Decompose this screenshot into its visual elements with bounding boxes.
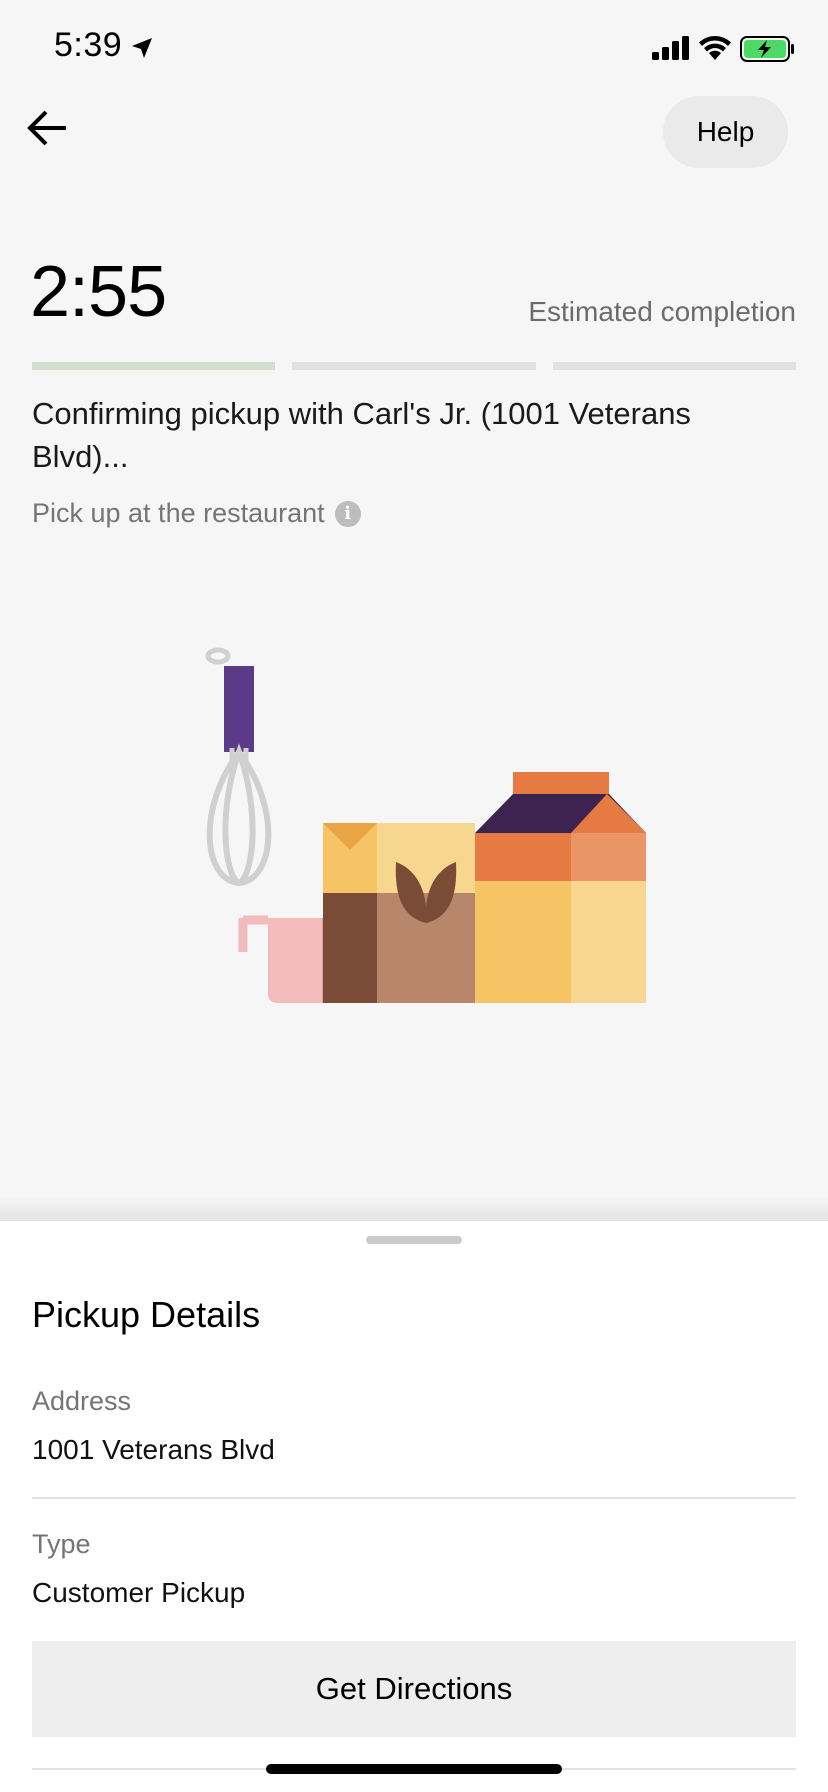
sheet-drag-handle[interactable] (366, 1236, 462, 1244)
eta-label: Estimated completion (528, 296, 796, 327)
milk-carton-graphic (475, 772, 646, 1003)
progress-segment (32, 362, 276, 370)
progress-segment (292, 362, 536, 370)
pickup-hint: Pick up at the restaurant i (32, 498, 361, 529)
status-time: 5:39 (54, 26, 123, 64)
location-arrow-icon (132, 38, 152, 58)
progress-bar (32, 362, 796, 370)
back-button[interactable] (24, 104, 72, 152)
wifi-icon (699, 36, 731, 60)
info-icon[interactable]: i (334, 500, 361, 527)
status-message: Confirming pickup with Carl's Jr. (1001 … (32, 396, 691, 474)
get-directions-button[interactable]: Get Directions (32, 1641, 796, 1737)
eta-time: 2:55 (30, 252, 167, 332)
type-value: Customer Pickup (32, 1577, 246, 1608)
flour-box-graphic (323, 823, 475, 1003)
sheet-shadow (0, 1196, 828, 1222)
home-indicator (266, 1764, 562, 1774)
address-value: 1001 Veterans Blvd (32, 1434, 275, 1465)
progress-segment (552, 362, 796, 370)
whisk-graphic (205, 647, 272, 887)
baking-ingredients-illustration (205, 647, 646, 1003)
sheet-title: Pickup Details (32, 1294, 261, 1335)
cellular-signal-icon (652, 36, 689, 60)
battery-charging-icon (740, 36, 794, 62)
help-button[interactable]: Help (663, 96, 788, 168)
pickup-hint-text: Pick up at the restaurant (32, 498, 325, 528)
address-label: Address (32, 1386, 132, 1416)
arrow-left-icon (27, 110, 66, 146)
type-label: Type (32, 1529, 91, 1559)
divider (32, 1497, 796, 1499)
